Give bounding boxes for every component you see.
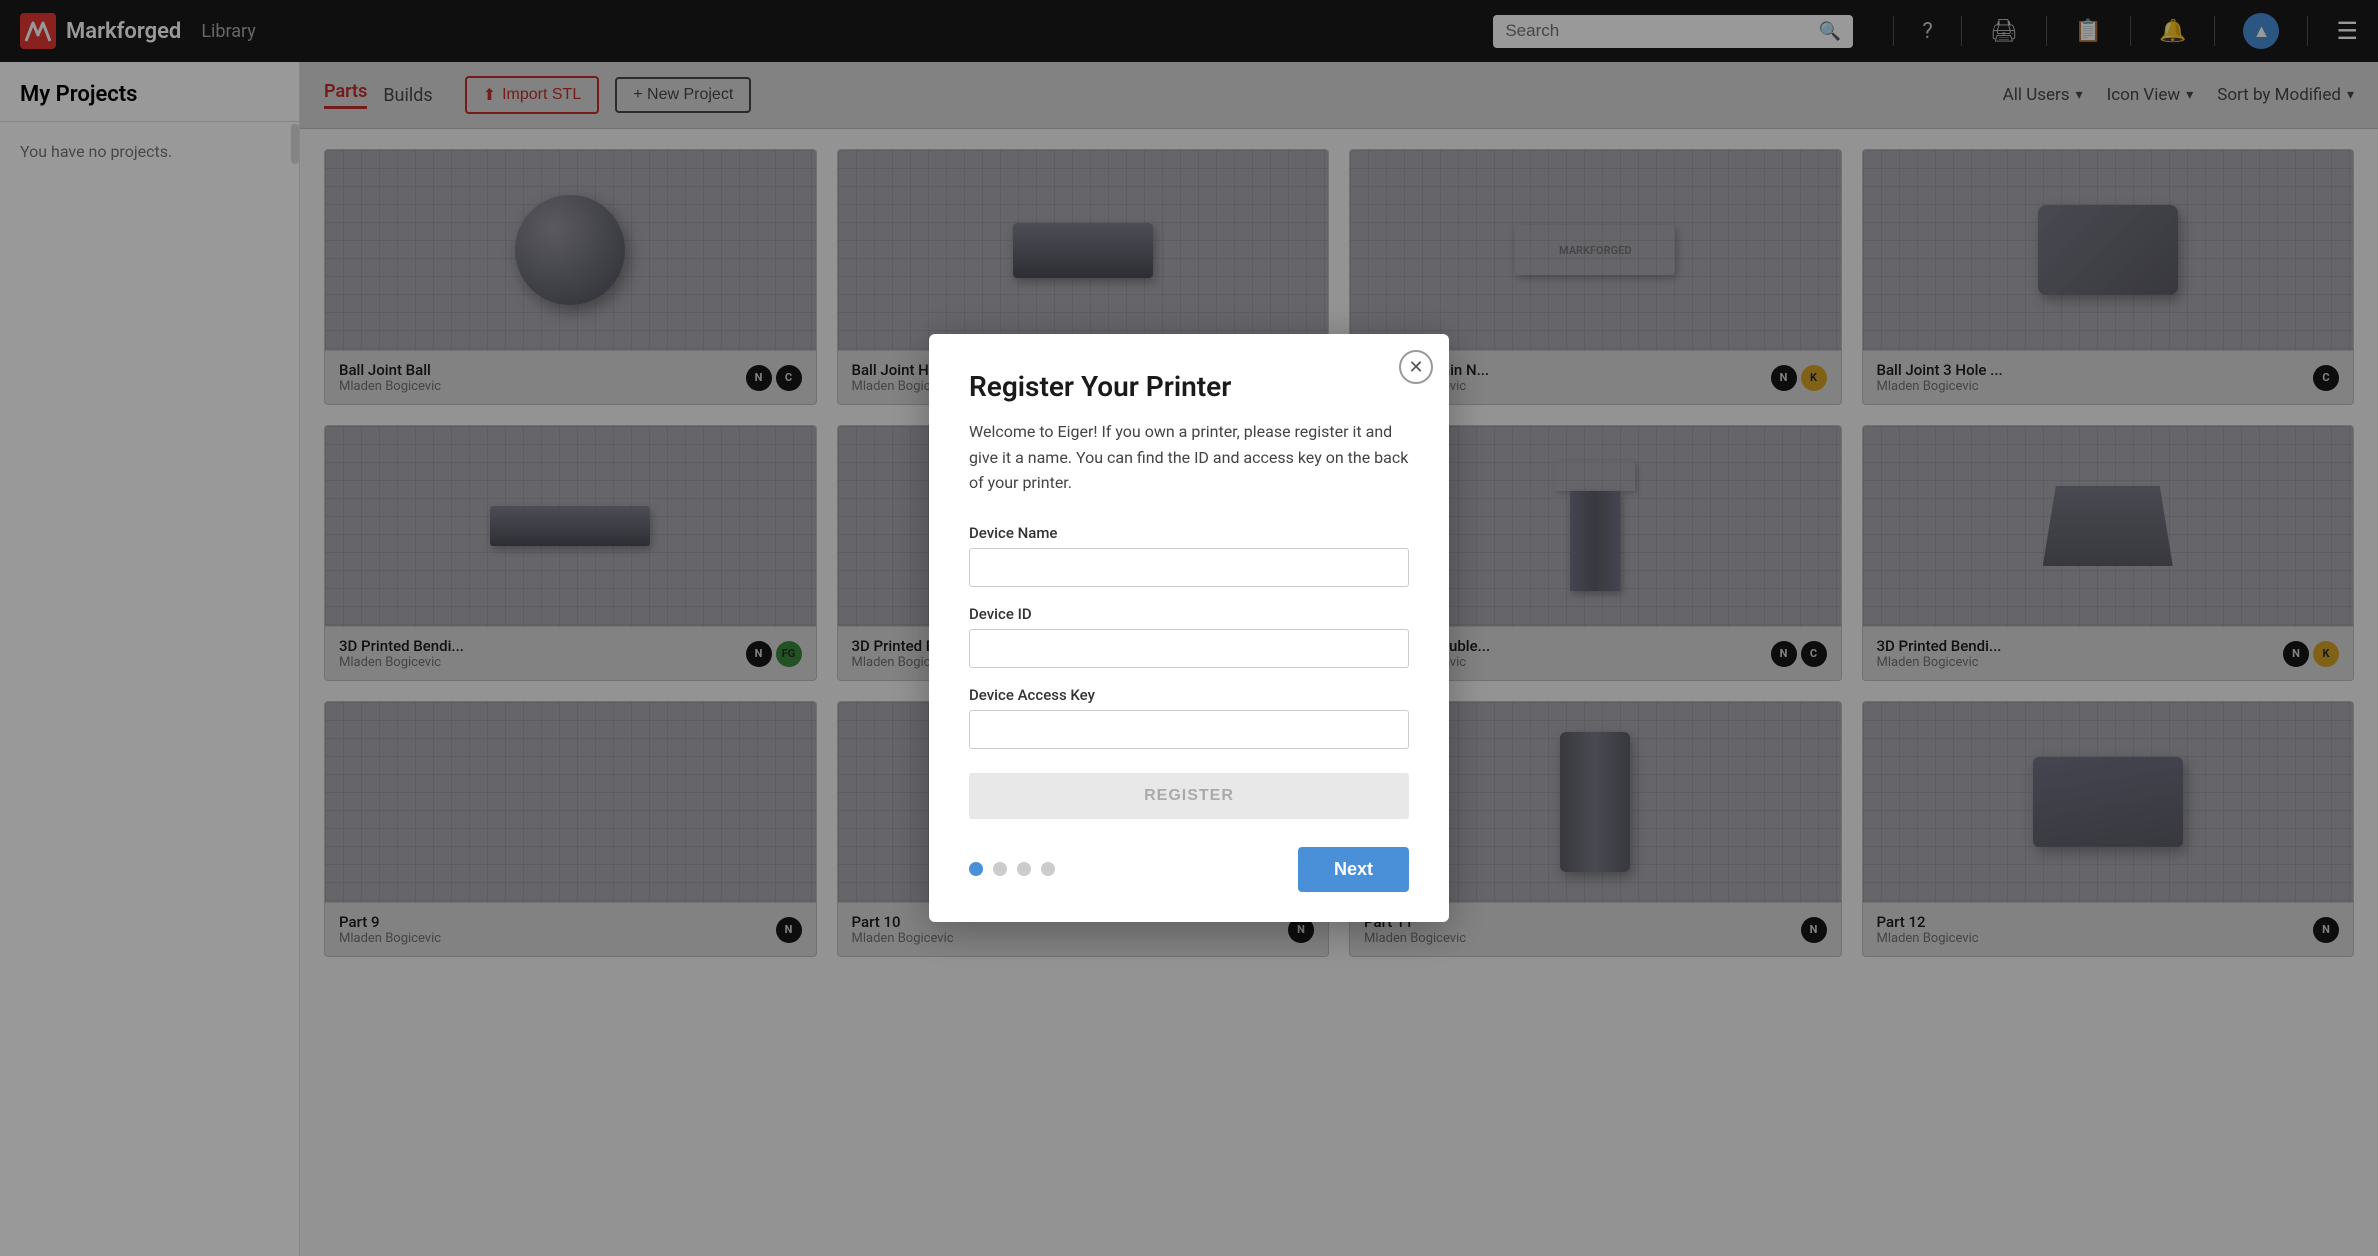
device-access-key-group: Device Access Key xyxy=(969,686,1409,749)
device-id-group: Device ID xyxy=(969,605,1409,668)
step-dot-2 xyxy=(993,862,1007,876)
modal-footer: Next xyxy=(969,847,1409,892)
modal-overlay[interactable]: ✕ Register Your Printer Welcome to Eiger… xyxy=(0,0,2378,1256)
modal-title: Register Your Printer xyxy=(969,370,1409,403)
device-id-input[interactable] xyxy=(969,629,1409,668)
next-button[interactable]: Next xyxy=(1298,847,1409,892)
step-dot-4 xyxy=(1041,862,1055,876)
step-indicator xyxy=(969,862,1055,876)
modal-close-button[interactable]: ✕ xyxy=(1399,350,1433,384)
step-dot-3 xyxy=(1017,862,1031,876)
device-access-key-label: Device Access Key xyxy=(969,686,1409,704)
device-name-label: Device Name xyxy=(969,524,1409,542)
close-icon: ✕ xyxy=(1408,357,1423,378)
register-button[interactable]: REGISTER xyxy=(969,773,1409,819)
modal-description: Welcome to Eiger! If you own a printer, … xyxy=(969,419,1409,496)
register-printer-modal: ✕ Register Your Printer Welcome to Eiger… xyxy=(929,334,1449,922)
device-access-key-input[interactable] xyxy=(969,710,1409,749)
step-dot-1 xyxy=(969,862,983,876)
device-id-label: Device ID xyxy=(969,605,1409,623)
device-name-group: Device Name xyxy=(969,524,1409,587)
device-name-input[interactable] xyxy=(969,548,1409,587)
